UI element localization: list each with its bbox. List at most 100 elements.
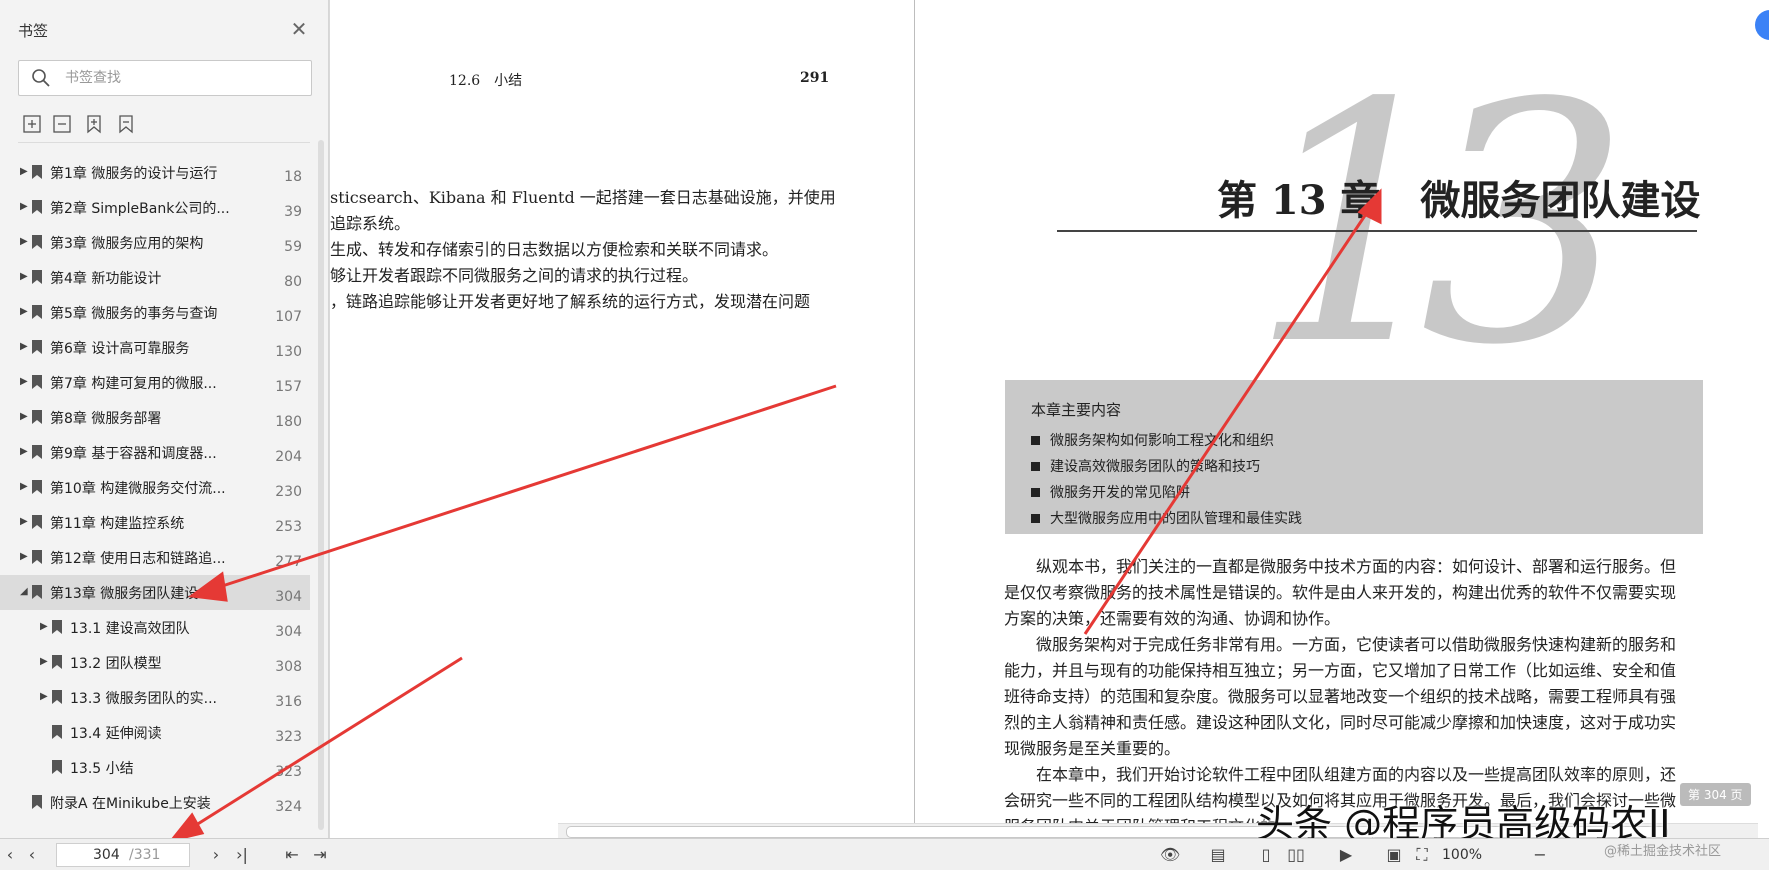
bookmark-subitem[interactable]: ▶ 13.1 建设高效团队 304 [0,610,310,645]
single-page-icon[interactable]: ▤ [1208,845,1228,865]
bookmark-label: 第5章 微服务的事务与查询 [50,306,218,322]
right-page-line: 微服务架构对于完成任务非常有用。一方面，它使读者可以借助微服务快速构建新的服务和 [1004,635,1677,654]
expand-arrow-icon[interactable]: ▶ [20,166,30,178]
bookmark-icon [32,515,42,529]
close-icon[interactable]: ✕ [288,18,310,40]
zoom-level[interactable]: 100% [1442,847,1482,863]
delete-bookmark-icon[interactable] [116,114,138,136]
divider [18,142,310,143]
expand-all-icon[interactable] [22,114,44,136]
bullet-icon [1031,514,1040,523]
right-page-line: 在本章中，我们开始讨论软件工程中团队组建方面的内容以及一些提高团队效率的原则，还 [1004,765,1677,784]
bookmark-item[interactable]: 附录A 在Minikube上安装 324 [0,785,310,820]
add-bookmark-icon[interactable] [84,114,106,136]
bookmark-item[interactable]: ▶ 第3章 微服务应用的架构 59 [0,225,310,260]
bookmark-item-selected[interactable]: ◢ 第13章 微服务团队建设 304 [0,575,310,610]
left-page-section-header: 12.6 小结 [449,73,523,89]
bookmark-page: 253 [275,519,302,535]
continuous-page-icon[interactable]: ▯ [1256,845,1276,865]
bookmark-icon [32,270,42,284]
bookmark-page: 304 [275,624,302,640]
expand-arrow-icon[interactable]: ▶ [20,481,30,493]
last-page-icon[interactable]: ›| [232,845,252,865]
bookmark-icon [32,550,42,564]
bookmark-page: 308 [275,659,302,675]
summary-item: 建设高效微服务团队的策略和技巧 [1031,456,1260,476]
title-rule [1057,230,1697,232]
left-page-line: 够让开发者跟踪不同微服务之间的请求的执行过程。 [330,266,699,285]
bookmark-item[interactable]: ▶ 第10章 构建微服务交付流... 230 [0,470,310,505]
bookmark-label: 第10章 构建微服务交付流... [50,481,226,497]
expand-arrow-icon[interactable]: ▶ [20,376,30,388]
bookmark-item[interactable]: ▶ 第5章 微服务的事务与查询 107 [0,295,310,330]
expand-arrow-icon[interactable]: ▶ [20,551,30,563]
right-page-line: 能力，并且与现有的功能保持相互独立；另一方面，它又增加了日常工作（比如运维、安全… [1004,661,1677,680]
expand-arrow-icon[interactable]: ▶ [40,656,50,668]
expand-arrow-icon[interactable]: ▶ [20,341,30,353]
bookmark-item[interactable]: ▶ 第12章 使用日志和链路追... 277 [0,540,310,575]
expand-arrow-icon[interactable]: ▶ [20,271,30,283]
back-icon[interactable]: ⇤ [282,845,302,865]
bookmark-item[interactable]: ▶ 第8章 微服务部署 180 [0,400,310,435]
zoom-out-icon[interactable]: − [1530,845,1550,865]
bookmark-item[interactable]: ▶ 第4章 新功能设计 80 [0,260,310,295]
bookmark-icon [32,795,42,809]
bookmark-page: 180 [275,414,302,430]
page-indicator: 第 304 页 [1680,783,1751,806]
expand-arrow-icon[interactable]: ▶ [20,516,30,528]
bookmark-item[interactable]: ▶ 第1章 微服务的设计与运行 18 [0,155,310,190]
bookmark-item[interactable]: ▶ 第11章 构建监控系统 253 [0,505,310,540]
bookmark-subitem[interactable]: ▶ 13.2 团队模型 308 [0,645,310,680]
bookmark-search-box[interactable] [18,60,312,96]
double-page-icon[interactable]: ▯▯ [1286,845,1306,865]
prev-page-icon[interactable]: ‹ [22,845,42,865]
eye-icon[interactable]: 👁 [1160,845,1180,865]
page-number-input[interactable]: 304 /331 [56,843,190,867]
expand-arrow-icon[interactable]: ▶ [40,691,50,703]
fit-icon[interactable]: ⛶ [1412,845,1432,865]
play-icon[interactable]: ▶ [1336,845,1356,865]
summary-item: 微服务架构如何影响工程文化和组织 [1031,430,1274,450]
expand-arrow-icon[interactable]: ▶ [40,621,50,633]
bookmark-label: 第6章 设计高可靠服务 [50,341,190,357]
next-page-icon[interactable]: › [206,845,226,865]
bookmark-page: 304 [275,589,302,605]
bookmark-label: 第7章 构建可复用的微服... [50,376,217,392]
expand-arrow-icon[interactable]: ▶ [20,236,30,248]
left-page-line: 生成、转发和存储索引的日志数据以方便检索和关联不同请求。 [330,240,779,259]
bookmark-page: 18 [284,169,302,185]
first-page-icon[interactable]: ‹ [0,845,20,865]
document-viewer: 12.6 小结 291 sticsearch、Kibana 和 Fluentd … [330,0,1769,838]
bookmark-icon [32,445,42,459]
actual-size-icon[interactable]: ▣ [1384,845,1404,865]
expand-arrow-icon[interactable]: ▶ [20,201,30,213]
chapter-title: 第 13 章 微服务团队建设 [1217,177,1701,224]
bookmark-item[interactable]: ▶ 第6章 设计高可靠服务 130 [0,330,310,365]
collapse-all-icon[interactable] [52,114,74,136]
bookmark-subitem[interactable]: ▶ 13.3 微服务团队的实... 316 [0,680,310,715]
right-page-line: 烈的主人翁精神和责任感。建设这种团队文化，同时尽可能减少摩擦和加快速度，这对于成… [1004,713,1677,732]
bookmark-subitem[interactable]: 13.5 小结 323 [0,750,310,785]
bookmark-item[interactable]: ▶ 第7章 构建可复用的微服... 157 [0,365,310,400]
bookmark-page: 157 [275,379,302,395]
expand-arrow-icon[interactable]: ▶ [20,446,30,458]
bookmark-page: 39 [284,204,302,220]
bookmark-search-input[interactable] [63,66,307,90]
bullet-icon [1031,488,1040,497]
bookmark-label: 13.5 小结 [70,761,134,777]
forward-icon[interactable]: ⇥ [310,845,330,865]
expand-arrow-icon[interactable]: ▶ [20,411,30,423]
current-page[interactable]: 304 [93,847,120,863]
collapse-arrow-icon[interactable]: ◢ [20,586,30,598]
bookmark-label: 第8章 微服务部署 [50,411,162,427]
bookmark-item[interactable]: ▶ 第2章 SimpleBank公司的... 39 [0,190,310,225]
bookmark-page: 80 [284,274,302,290]
bookmark-label: 第9章 基于容器和调度器... [50,446,217,462]
bookmark-page: 324 [275,799,302,815]
bookmark-label: 附录A 在Minikube上安装 [50,796,211,812]
sidebar-scrollbar[interactable] [318,140,324,830]
bookmark-item[interactable]: ▶ 第9章 基于容器和调度器... 204 [0,435,310,470]
bookmark-label: 第2章 SimpleBank公司的... [50,201,230,217]
bookmark-subitem[interactable]: 13.4 延伸阅读 323 [0,715,310,750]
expand-arrow-icon[interactable]: ▶ [20,306,30,318]
